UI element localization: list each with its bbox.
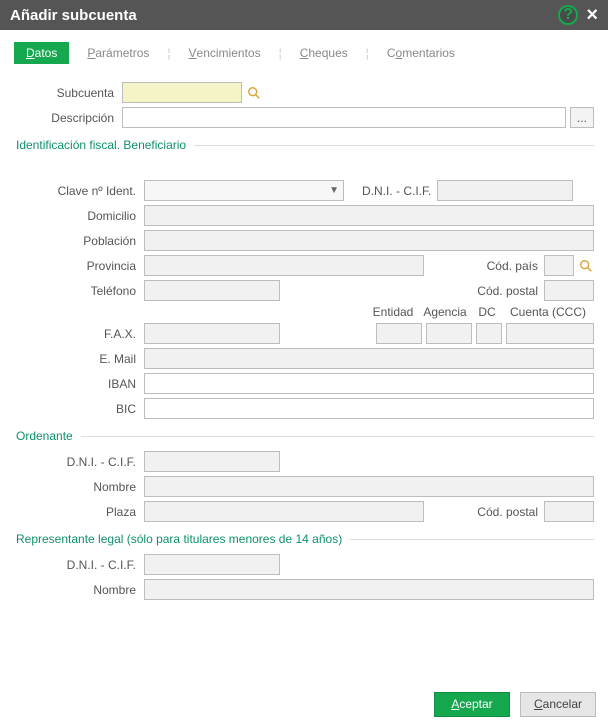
label-codpais: Cód. país [481, 259, 544, 273]
label-rep-dni: D.N.I. - C.I.F. [14, 558, 144, 572]
tab-separator: ¦ [366, 46, 369, 60]
dialog-content: Datos Parámetros ¦ Vencimientos ¦ Cheque… [0, 30, 608, 684]
label-dni-ident: D.N.I. - C.I.F. [356, 184, 437, 198]
provincia-input[interactable] [144, 255, 424, 276]
label-fax: F.A.X. [14, 327, 144, 341]
label-rep-nombre: Nombre [14, 583, 144, 597]
tab-datos[interactable]: Datos [14, 42, 69, 64]
label-entidad: Entidad [368, 305, 418, 319]
tab-cheques[interactable]: Cheques [288, 42, 360, 64]
cuenta-input[interactable] [506, 323, 594, 344]
rep-nombre-input[interactable] [144, 579, 594, 600]
search-subcuenta-icon[interactable] [246, 85, 262, 101]
fax-input[interactable] [144, 323, 280, 344]
dni-ident-input[interactable] [437, 180, 573, 201]
rep-dni-input[interactable] [144, 554, 280, 575]
tab-separator: ¦ [279, 46, 282, 60]
dialog-footer: Aceptar Cancelar [0, 684, 608, 724]
section-replegal: Representante legal (sólo para titulares… [16, 532, 594, 546]
ord-plaza-input[interactable] [144, 501, 424, 522]
section-ordenante: Ordenante [16, 429, 594, 443]
ord-codpostal-input[interactable] [544, 501, 594, 522]
iban-input[interactable] [144, 373, 594, 394]
tab-parametros[interactable]: Parámetros [75, 42, 161, 64]
clave-dropdown[interactable]: ▼ [144, 180, 344, 201]
accept-button[interactable]: Aceptar [434, 692, 510, 717]
help-icon[interactable]: ? [558, 5, 578, 25]
label-bic: BIC [14, 402, 144, 416]
label-subcuenta: Subcuenta [14, 86, 122, 100]
label-email: E. Mail [14, 352, 144, 366]
dc-input[interactable] [476, 323, 502, 344]
cancel-button[interactable]: Cancelar [520, 692, 596, 717]
label-iban: IBAN [14, 377, 144, 391]
ord-nombre-input[interactable] [144, 476, 594, 497]
tab-vencimientos[interactable]: Vencimientos [177, 42, 273, 64]
label-dc: DC [472, 305, 502, 319]
agencia-input[interactable] [426, 323, 472, 344]
ord-dni-input[interactable] [144, 451, 280, 472]
label-ord-plaza: Plaza [14, 505, 144, 519]
window-title: Añadir subcuenta [10, 7, 137, 24]
label-telefono: Teléfono [14, 284, 144, 298]
label-poblacion: Población [14, 234, 144, 248]
section-identificacion: Identificación fiscal. Beneficiario [16, 138, 594, 152]
label-cuenta: Cuenta (CCC) [502, 305, 594, 319]
tabs: Datos Parámetros ¦ Vencimientos ¦ Cheque… [14, 42, 594, 64]
tab-comentarios[interactable]: Comentarios [375, 42, 467, 64]
label-ord-nombre: Nombre [14, 480, 144, 494]
tab-separator: ¦ [167, 46, 170, 60]
bic-input[interactable] [144, 398, 594, 419]
codpostal-ident-input[interactable] [544, 280, 594, 301]
domicilio-input[interactable] [144, 205, 594, 226]
chevron-down-icon: ▼ [329, 185, 339, 196]
label-codpostal: Cód. postal [471, 284, 544, 298]
subcuenta-input[interactable] [122, 82, 242, 103]
descripcion-browse-button[interactable]: ... [570, 107, 594, 128]
label-clave: Clave nº Ident. [14, 184, 144, 198]
search-codpais-icon[interactable] [578, 258, 594, 274]
entidad-input[interactable] [376, 323, 422, 344]
titlebar: Añadir subcuenta ? × [0, 0, 608, 30]
label-ord-dni: D.N.I. - C.I.F. [14, 455, 144, 469]
email-input[interactable] [144, 348, 594, 369]
close-icon[interactable]: × [586, 5, 598, 25]
poblacion-input[interactable] [144, 230, 594, 251]
label-domicilio: Domicilio [14, 209, 144, 223]
label-agencia: Agencia [418, 305, 472, 319]
telefono-input[interactable] [144, 280, 280, 301]
label-ord-codpostal: Cód. postal [471, 505, 544, 519]
descripcion-input[interactable] [122, 107, 566, 128]
label-provincia: Provincia [14, 259, 144, 273]
codpais-input[interactable] [544, 255, 574, 276]
label-descripcion: Descripción [14, 111, 122, 125]
